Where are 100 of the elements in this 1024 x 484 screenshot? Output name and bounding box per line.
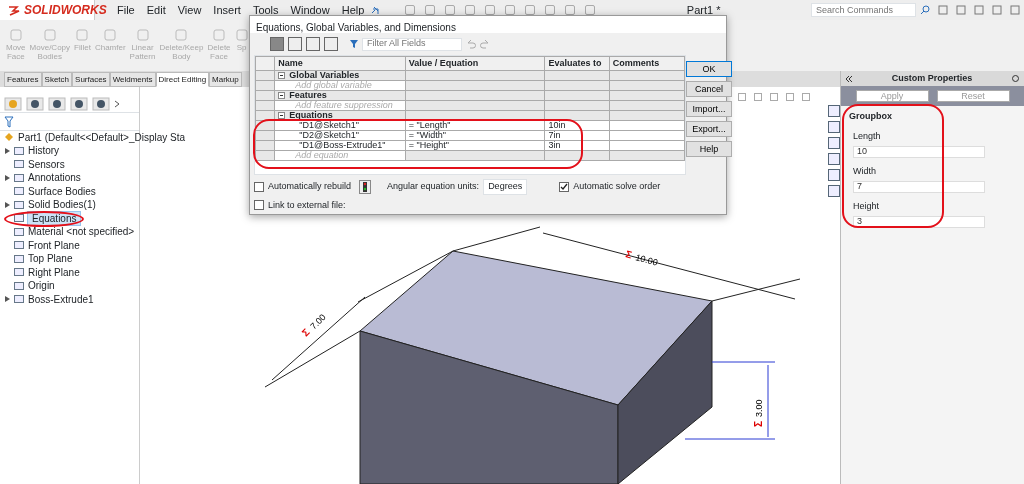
tree-item[interactable]: Equations xyxy=(28,211,81,225)
folder-icon xyxy=(14,186,24,197)
property-field[interactable]: 3 xyxy=(853,215,985,228)
column-header: Evaluates to xyxy=(544,56,610,71)
menu-item[interactable]: View xyxy=(171,1,208,19)
folder-icon xyxy=(14,145,24,156)
folder-icon xyxy=(14,226,24,237)
dialog-button[interactable]: Cancel xyxy=(686,81,732,97)
pin-icon[interactable] xyxy=(370,5,381,15)
folder-icon[interactable] xyxy=(828,137,840,149)
tree-item[interactable]: Solid Bodies(1) xyxy=(28,198,96,212)
folder-icon xyxy=(14,294,24,305)
command-icon xyxy=(212,28,226,42)
field-label: Height xyxy=(853,199,880,213)
field-label: Length xyxy=(853,129,882,143)
command-icon xyxy=(75,28,90,42)
dimension-value[interactable]: 3.00 xyxy=(754,399,764,417)
menu-item[interactable]: Window xyxy=(284,1,336,19)
ribbon-tab[interactable]: Features xyxy=(4,72,42,87)
dialog-title: Equations, Global Variables, and Dimensions xyxy=(250,16,726,33)
command-icon xyxy=(174,28,189,42)
section-title: Features xyxy=(289,90,327,100)
tree-item[interactable]: Material <not specified> xyxy=(28,225,135,239)
collapse-icon[interactable] xyxy=(278,92,286,100)
traffic-light-icon[interactable] xyxy=(359,179,372,194)
filter-field[interactable]: Filter All Fields xyxy=(362,37,462,51)
checkbox[interactable] xyxy=(254,200,264,211)
folder-icon xyxy=(14,253,24,264)
units-dropdown[interactable]: Degrees xyxy=(483,179,528,195)
ribbon-tab[interactable]: Surfaces xyxy=(72,72,110,87)
tree-item[interactable]: Top Plane xyxy=(28,252,73,266)
filter-icon[interactable] xyxy=(4,116,14,129)
logo-icon xyxy=(8,4,20,16)
tree-item[interactable]: History xyxy=(28,144,60,158)
checkbox-label: Automatically rebuild xyxy=(268,180,352,193)
filter-icon xyxy=(350,40,358,48)
column-header: Value / Equation xyxy=(405,56,545,71)
add-row-hint: Add global variable xyxy=(274,80,406,91)
table-cell: = "Length" xyxy=(405,120,545,131)
checkbox[interactable] xyxy=(559,181,570,192)
section-title: Global Variables xyxy=(289,70,360,80)
expand-arrow-icon[interactable] xyxy=(5,296,10,303)
table-cell: = "Width" xyxy=(405,130,545,141)
table-cell: 3in xyxy=(544,140,610,151)
command-icon xyxy=(42,28,57,42)
tree-item[interactable]: Annotations xyxy=(28,171,81,185)
collapse-icon[interactable] xyxy=(845,74,853,83)
tree-item[interactable]: Front Plane xyxy=(28,238,80,252)
property-field[interactable]: 7 xyxy=(853,180,985,193)
expand-arrow-icon[interactable] xyxy=(5,174,10,181)
tree-item[interactable]: Right Plane xyxy=(28,265,80,279)
ribbon-tab[interactable]: Markup xyxy=(209,72,242,87)
property-field[interactable]: 10 xyxy=(853,145,985,158)
section-title: Equations xyxy=(289,110,333,120)
dialog-button[interactable]: OK xyxy=(686,61,732,77)
folder-icon xyxy=(14,172,24,183)
tree-item[interactable]: Boss-Extrude1 xyxy=(28,292,94,306)
field-label: Width xyxy=(853,164,877,178)
tree-item[interactable]: Surface Bodies xyxy=(28,184,96,198)
menu-item[interactable]: Tools xyxy=(246,1,285,19)
document-title: Part1 * xyxy=(686,2,721,18)
tree-item[interactable]: Origin xyxy=(28,279,55,293)
table-cell: = "Height" xyxy=(405,140,545,151)
ribbon-tab[interactable]: Direct Editing xyxy=(155,72,210,87)
menu-item[interactable]: File xyxy=(111,1,141,19)
command-icon xyxy=(234,28,249,42)
ribbon-tab[interactable]: Sketch xyxy=(41,72,73,87)
dialog-button[interactable]: Help xyxy=(686,141,732,157)
folder-icon xyxy=(14,199,24,210)
command-icon xyxy=(8,28,23,42)
table-cell: "D1@Boss-Extrude1" xyxy=(274,140,406,151)
tree-item[interactable]: Part1 (Default<<Default>_Display Sta xyxy=(18,130,186,144)
folder-icon xyxy=(14,267,24,278)
menu-item[interactable]: Edit xyxy=(140,1,172,19)
checkbox-label: Automatic solve order xyxy=(573,180,661,193)
dimension-marker: Σ xyxy=(624,248,634,261)
table-cell: 7in xyxy=(544,130,610,141)
dialog-button[interactable]: Import... xyxy=(686,101,732,117)
chevron-right-icon[interactable] xyxy=(114,99,120,108)
checkbox[interactable] xyxy=(254,181,264,192)
dimension-marker: Σ xyxy=(753,421,764,427)
folder-icon xyxy=(14,240,24,251)
expand-arrow-icon[interactable] xyxy=(5,147,10,154)
menu-item[interactable]: Insert xyxy=(207,1,247,19)
tree-item[interactable]: Sensors xyxy=(28,157,65,171)
command-icon xyxy=(103,28,118,42)
command-icon xyxy=(135,28,150,42)
dimension-value[interactable]: 10.00 xyxy=(634,252,659,268)
add-row-hint: Add feature suppression xyxy=(274,100,406,111)
panel-title: Custom Properties xyxy=(891,71,973,85)
collapse-icon[interactable] xyxy=(278,112,286,120)
search-icon xyxy=(920,5,930,15)
expand-arrow-icon[interactable] xyxy=(5,201,10,208)
folder-icon xyxy=(14,280,24,291)
folder-icon xyxy=(14,159,24,170)
ribbon-tab[interactable]: Weldments xyxy=(109,72,156,87)
dialog-button[interactable]: Export... xyxy=(686,121,732,137)
search-field[interactable]: Search Commands xyxy=(811,3,916,17)
menu-item[interactable]: Help xyxy=(335,1,371,19)
collapse-icon[interactable] xyxy=(278,72,286,80)
